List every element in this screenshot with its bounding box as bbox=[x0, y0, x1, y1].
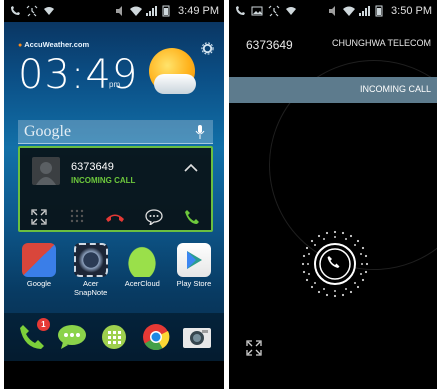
app-drawer-icon bbox=[101, 325, 126, 349]
status-bar: 3:49 PM bbox=[4, 0, 224, 22]
alarm-icon bbox=[268, 5, 280, 17]
cloud-weather-icon bbox=[154, 74, 196, 94]
incoming-call-screen: 3:50 PM 6373649 CHUNGHWA TELECOM INCOMIN… bbox=[229, 0, 437, 389]
volume-icon bbox=[329, 6, 336, 16]
call-card-actions bbox=[20, 202, 211, 232]
chevron-up-icon[interactable] bbox=[183, 160, 199, 176]
message-reply-button[interactable] bbox=[144, 207, 164, 227]
app-label: Google bbox=[26, 279, 52, 288]
battery-icon bbox=[375, 5, 383, 17]
play-store-icon bbox=[176, 243, 211, 277]
caller-number: 6373649 bbox=[246, 38, 293, 52]
camera-icon bbox=[183, 328, 212, 348]
image-icon bbox=[251, 6, 263, 16]
messaging-icon bbox=[58, 325, 87, 349]
app-shortcuts: Google Acer SnapNote AcerCloud Play Stor… bbox=[14, 243, 219, 297]
signal-icon bbox=[146, 6, 158, 16]
navigation-bar bbox=[4, 361, 224, 389]
reject-call-button[interactable] bbox=[105, 207, 125, 227]
battery-icon bbox=[162, 5, 170, 17]
home-screen: 3:49 PM AccuWeather.com 03:49 pm Google … bbox=[4, 0, 224, 389]
caller-avatar bbox=[32, 157, 60, 185]
gear-icon[interactable] bbox=[201, 42, 214, 55]
wifi-icon bbox=[130, 6, 143, 16]
app-play-store[interactable]: Play Store bbox=[169, 243, 219, 297]
dock-messaging[interactable] bbox=[56, 321, 88, 353]
phone-answer-icon bbox=[184, 210, 199, 224]
volume-icon bbox=[116, 6, 123, 16]
wifi-small-icon bbox=[44, 7, 54, 15]
app-google[interactable]: Google bbox=[14, 243, 64, 297]
hang-up-icon bbox=[106, 214, 125, 222]
app-label: AcerCloud bbox=[124, 279, 160, 288]
snapnote-icon bbox=[73, 243, 108, 277]
google-label: Google bbox=[24, 123, 72, 140]
call-status: INCOMING CALL bbox=[71, 176, 136, 185]
dock-app-drawer[interactable] bbox=[98, 321, 130, 353]
dock-chrome[interactable] bbox=[140, 321, 172, 353]
acercloud-icon bbox=[125, 243, 160, 277]
app-label: Acer SnapNote bbox=[73, 279, 108, 297]
answer-call-button[interactable] bbox=[182, 207, 202, 227]
google-search-bar[interactable]: Google bbox=[18, 120, 213, 144]
app-label: Play Store bbox=[176, 279, 212, 288]
clock-period: pm bbox=[109, 80, 121, 89]
chrome-icon bbox=[142, 324, 169, 351]
expand-button[interactable] bbox=[29, 207, 49, 227]
app-acer-snapnote[interactable]: Acer SnapNote bbox=[66, 243, 116, 297]
app-acercloud[interactable]: AcerCloud bbox=[117, 243, 167, 297]
incoming-call-card[interactable]: 6373649 INCOMING CALL bbox=[18, 146, 213, 232]
status-bar: 3:50 PM bbox=[229, 0, 437, 22]
answer-dial-handle[interactable] bbox=[299, 228, 371, 300]
wifi-icon bbox=[343, 6, 356, 16]
expand-icon[interactable] bbox=[246, 340, 262, 356]
accuweather-logo[interactable]: AccuWeather.com bbox=[18, 40, 89, 49]
missed-call-icon bbox=[11, 6, 20, 15]
status-time: 3:49 PM bbox=[178, 5, 219, 17]
status-time: 3:50 PM bbox=[391, 5, 432, 17]
message-icon bbox=[145, 209, 163, 225]
wifi-small-icon bbox=[286, 7, 296, 15]
dialpad-icon bbox=[71, 209, 84, 223]
dock: 1 bbox=[4, 313, 224, 361]
signal-icon bbox=[359, 6, 371, 16]
expand-icon bbox=[31, 209, 47, 225]
google-folder-icon bbox=[22, 243, 56, 277]
notification-badge: 1 bbox=[36, 318, 50, 331]
clock-time[interactable]: 03:49 bbox=[18, 52, 138, 98]
dialpad-button[interactable] bbox=[67, 207, 87, 227]
dock-phone[interactable]: 1 bbox=[15, 318, 50, 353]
caller-number: 6373649 bbox=[71, 161, 114, 173]
microphone-icon[interactable] bbox=[195, 124, 205, 140]
alarm-icon bbox=[26, 5, 38, 17]
incoming-call-banner: INCOMING CALL bbox=[229, 77, 437, 103]
incoming-call-label: INCOMING CALL bbox=[359, 84, 431, 94]
dock-camera[interactable] bbox=[181, 321, 213, 353]
carrier-name: CHUNGHWA TELECOM bbox=[331, 38, 431, 48]
missed-call-icon bbox=[236, 6, 245, 15]
